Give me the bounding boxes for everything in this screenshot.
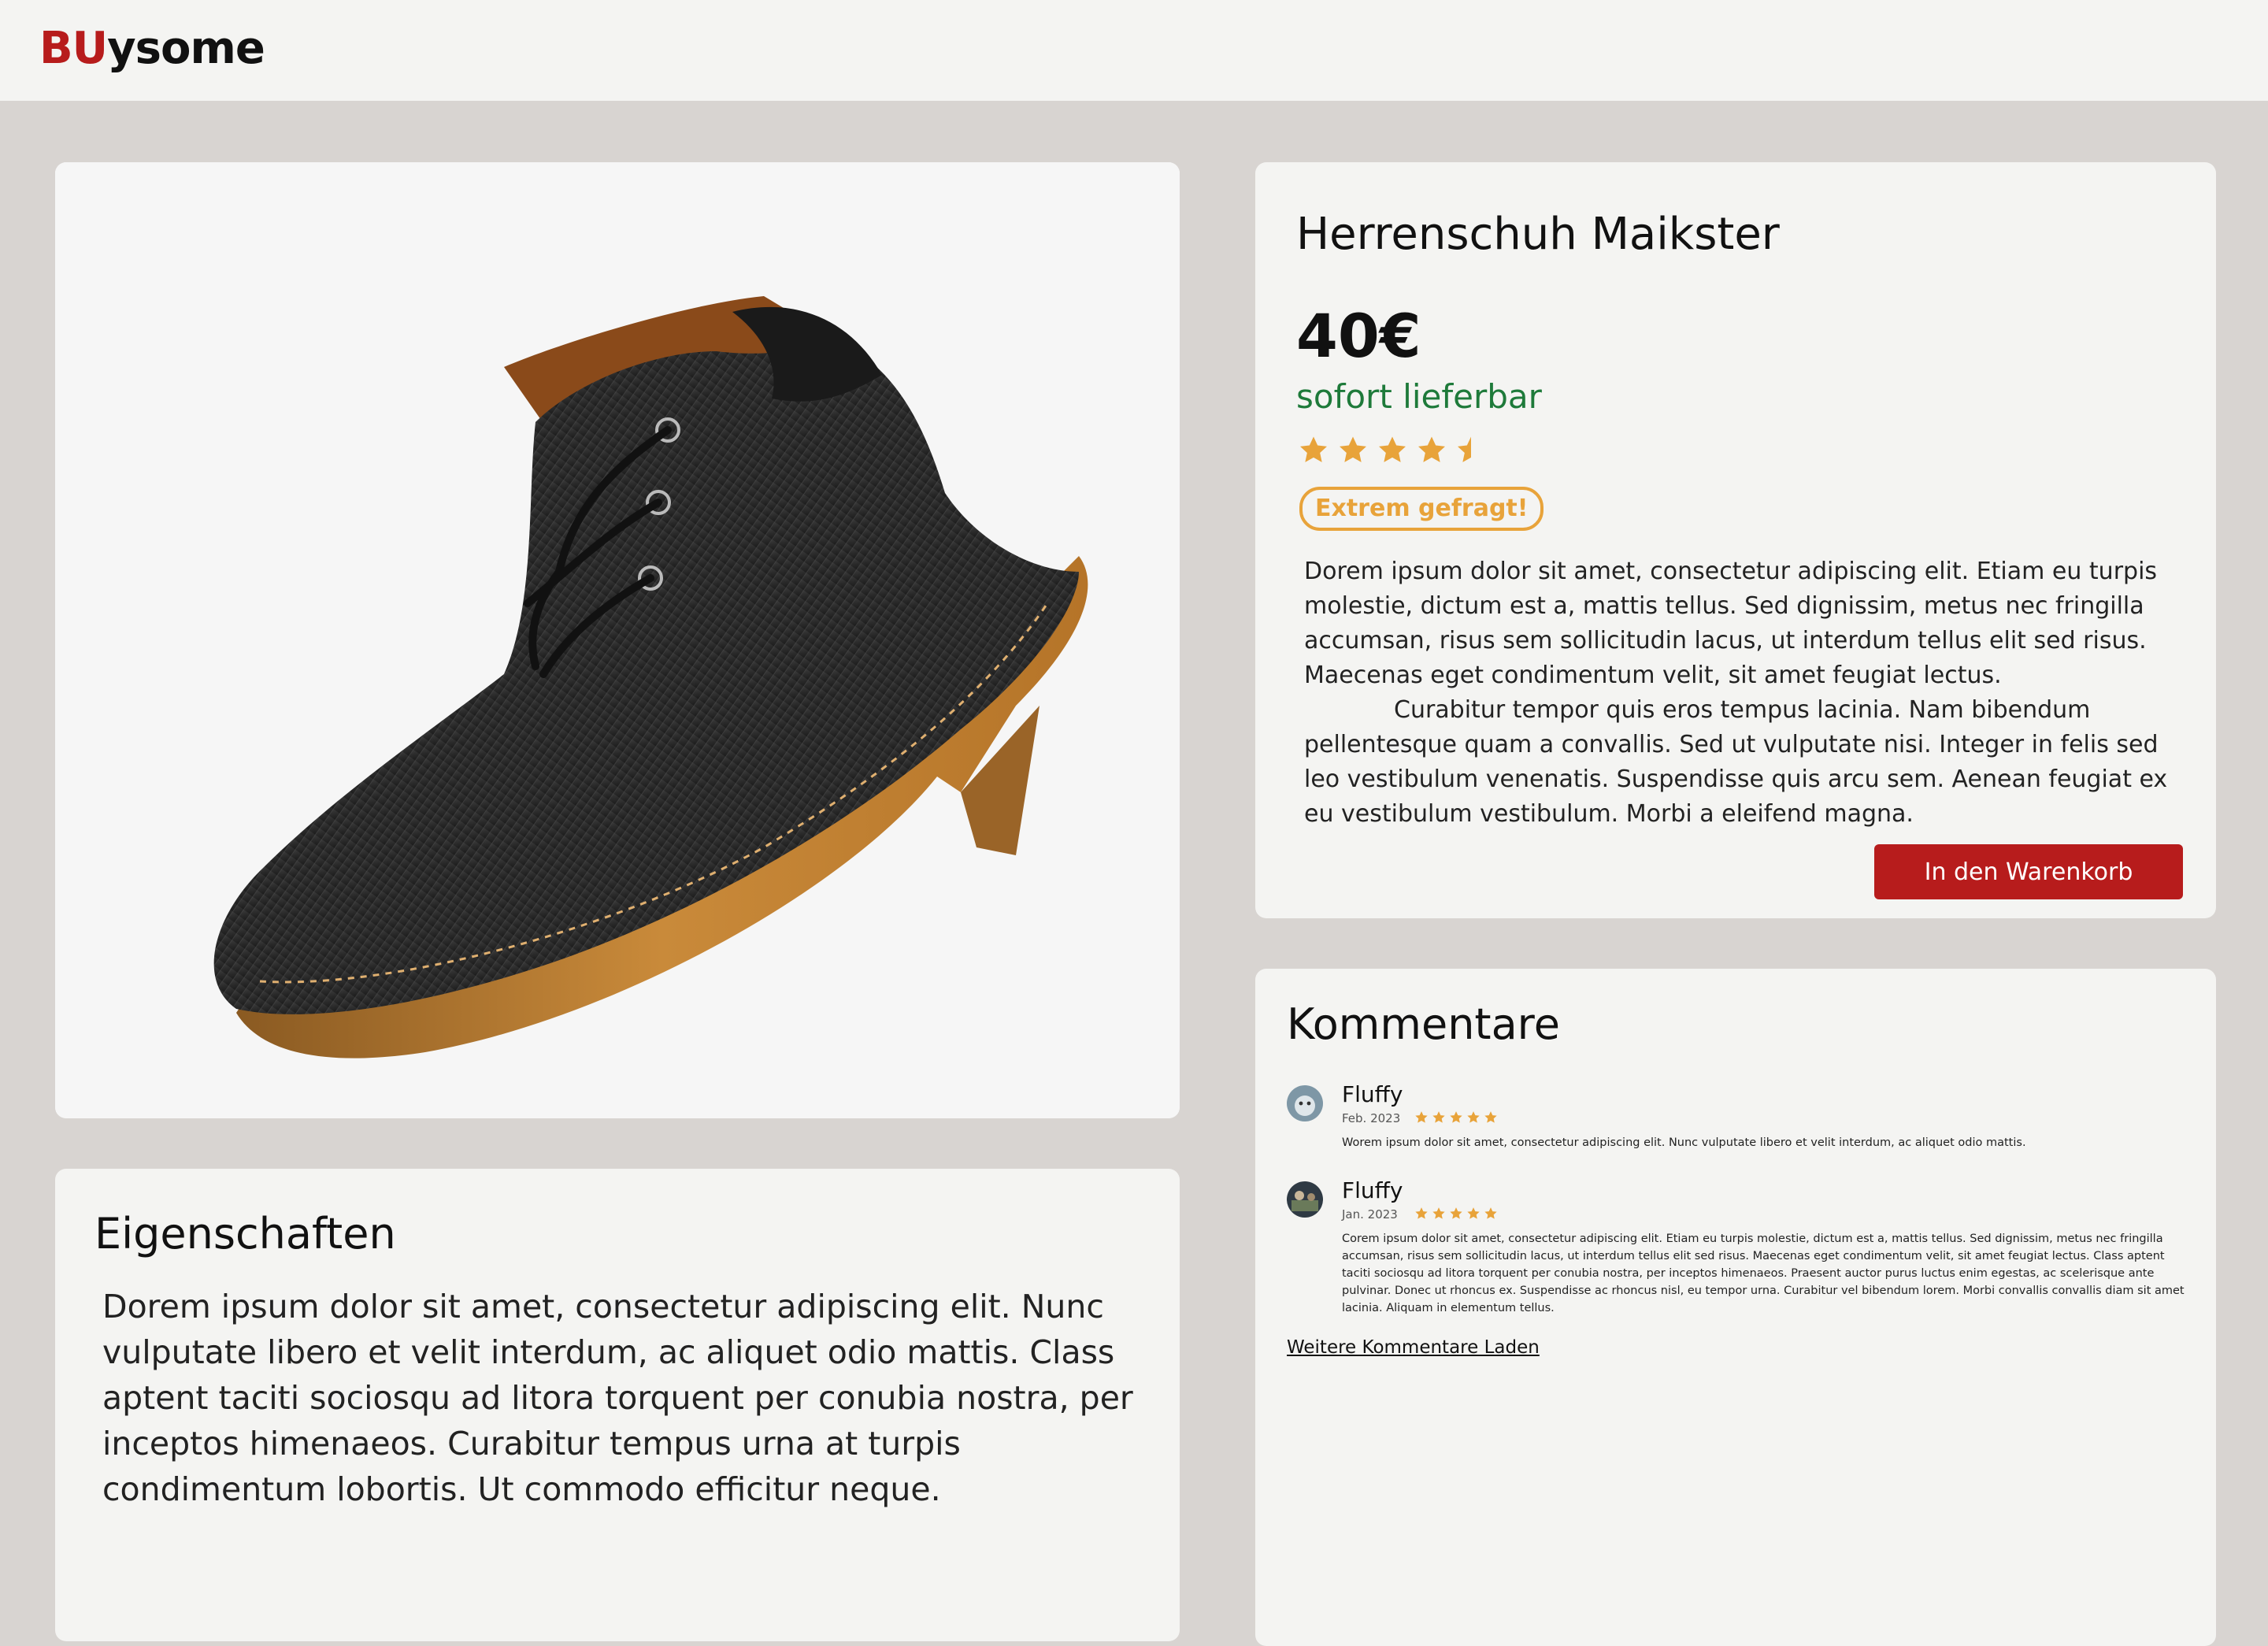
star-full-icon	[1467, 1207, 1480, 1219]
logo-rest: ysome	[107, 23, 265, 74]
star-full-icon	[1484, 1111, 1497, 1123]
description-paragraph: Dorem ipsum dolor sit amet, consectetur …	[1304, 558, 2158, 689]
star-full-icon	[1432, 1111, 1445, 1123]
comment-text: Corem ipsum dolor sit amet, consectetur …	[1342, 1233, 2185, 1314]
comments-title: Kommentare	[1287, 999, 1560, 1049]
comment-rating	[1414, 1207, 1498, 1221]
logo-bu: BU	[39, 23, 108, 74]
star-full-icon	[1418, 436, 1445, 462]
star-full-icon	[1484, 1207, 1497, 1219]
product-description: Dorem ipsum dolor sit amet, consectetur …	[1304, 554, 2178, 832]
properties-title: Eigenschaften	[94, 1209, 396, 1259]
comment-date: Jan. 2023	[1342, 1207, 1398, 1222]
comment-author[interactable]: Fluffy	[1342, 1081, 1403, 1109]
comment-author[interactable]: Fluffy	[1342, 1177, 1403, 1205]
product-title: Herrenschuh Maikster	[1296, 209, 1780, 260]
properties-text: Dorem ipsum dolor sit amet, consectetur …	[102, 1288, 1133, 1508]
comments-card: Kommentare Fluffy Feb. 2023 Worem ipsum …	[1255, 969, 2216, 1646]
star-half-icon	[1458, 436, 1471, 462]
site-logo[interactable]: BUysome	[39, 20, 265, 77]
star-full-icon	[1450, 1207, 1462, 1219]
star-full-icon	[1450, 1111, 1462, 1123]
description-paragraph: Curabitur tempor quis eros tempus lacini…	[1304, 696, 2168, 828]
site-header: BUysome	[0, 0, 2268, 101]
product-image-card	[55, 162, 1180, 1118]
product-rating	[1298, 435, 1487, 474]
comment-date: Feb. 2023	[1342, 1111, 1401, 1125]
star-full-icon	[1379, 436, 1406, 462]
star-full-icon	[1467, 1111, 1480, 1123]
product-info-card: Herrenschuh Maikster 40€ sofort lieferba…	[1255, 162, 2216, 918]
star-full-icon	[1432, 1207, 1445, 1219]
properties-card: Eigenschaften Dorem ipsum dolor sit amet…	[55, 1169, 1180, 1641]
add-to-cart-button[interactable]: In den Warenkorb	[1874, 844, 2183, 899]
avatar[interactable]	[1287, 1181, 1323, 1218]
comment-item: Fluffy Feb. 2023 Worem ipsum dolor sit a…	[1287, 1081, 2192, 1156]
star-full-icon	[1340, 436, 1366, 462]
star-full-icon	[1300, 436, 1327, 462]
comment-text: Worem ipsum dolor sit amet, consectetur …	[1342, 1136, 2026, 1149]
comment-item: Fluffy Jan. 2023 Corem ipsum dolor sit a…	[1287, 1177, 2192, 1323]
availability-status: sofort lieferbar	[1296, 377, 1542, 416]
star-full-icon	[1415, 1111, 1428, 1123]
star-full-icon	[1415, 1207, 1428, 1219]
product-image	[55, 162, 1180, 1118]
load-more-comments-link[interactable]: Weitere Kommentare Laden	[1287, 1336, 1540, 1359]
popularity-badge: Extrem gefragt!	[1299, 487, 1544, 531]
product-price: 40€	[1296, 301, 1421, 371]
comment-rating	[1414, 1110, 1498, 1125]
avatar[interactable]	[1287, 1085, 1323, 1121]
